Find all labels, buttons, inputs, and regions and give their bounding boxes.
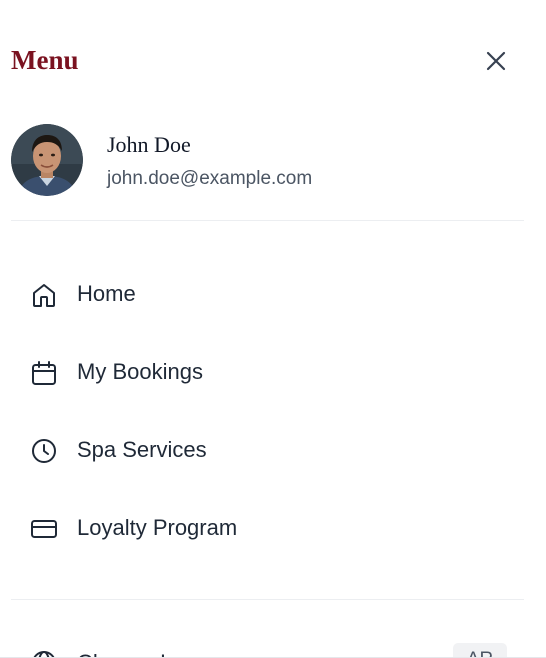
nav-item-home[interactable]: Home (11, 254, 524, 332)
nav-menu: Home My Bookings Spa Services Loyalty Pr… (11, 254, 524, 566)
user-email: john.doe@example.com (107, 168, 313, 189)
divider (11, 220, 524, 221)
side-menu-drawer: Menu John Doe john.doe@example.com Home … (0, 0, 546, 658)
nav-item-label: Spa Services (77, 437, 207, 462)
close-icon (486, 51, 506, 71)
nav-item-loyalty-program[interactable]: Loyalty Program (11, 488, 524, 566)
user-avatar-icon (11, 124, 83, 196)
calendar-icon (32, 361, 56, 385)
nav-item-label: Home (77, 281, 136, 306)
divider (11, 599, 524, 600)
user-name: John Doe (107, 132, 191, 157)
nav-item-label: My Bookings (77, 359, 203, 384)
close-button[interactable] (482, 47, 510, 75)
user-profile: John Doe john.doe@example.com (11, 124, 524, 196)
home-icon (33, 284, 55, 307)
language-badge: AR (453, 643, 507, 658)
nav-item-label: Loyalty Program (77, 515, 238, 540)
menu-title: Menu (11, 45, 79, 75)
nav-item-my-bookings[interactable]: My Bookings (11, 332, 524, 410)
credit-card-icon (31, 520, 57, 538)
avatar (11, 124, 83, 196)
change-language-button[interactable]: Change Language AR (11, 640, 524, 658)
clock-icon (32, 439, 56, 463)
nav-item-spa-services[interactable]: Spa Services (11, 410, 524, 488)
